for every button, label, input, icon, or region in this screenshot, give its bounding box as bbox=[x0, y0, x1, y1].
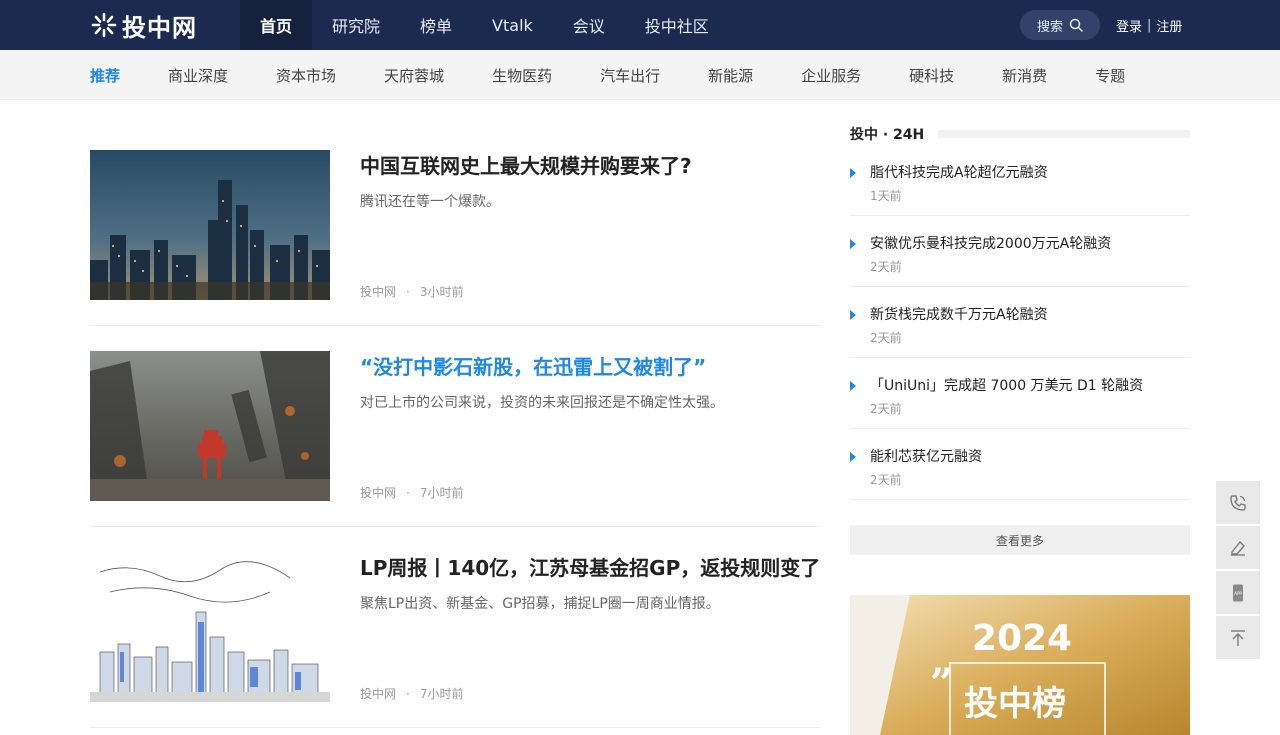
category-consumer[interactable]: 新消费 bbox=[1002, 65, 1047, 86]
sidebar-title: 投中 · 24H bbox=[850, 127, 925, 143]
play-arrow-icon bbox=[850, 310, 856, 320]
promo-banner-image: ” 2024 投中榜 bbox=[850, 595, 1190, 735]
nav-item-research[interactable]: 研究院 bbox=[312, 0, 400, 50]
article-item[interactable]: 中国互联网史上最大规模并购要来了? 腾讯还在等一个爆款。 投中网 · 3小时前 bbox=[90, 125, 820, 326]
play-arrow-icon bbox=[850, 168, 856, 178]
phone-icon bbox=[1230, 494, 1246, 511]
nav-item-rankings[interactable]: 榜单 bbox=[400, 0, 472, 50]
sidebar-header-bar bbox=[938, 130, 1190, 138]
sidebar-header: 投中 · 24H bbox=[850, 123, 1190, 145]
news-flash-title[interactable]: 安徽优乐曼科技完成2000万元A轮融资 bbox=[870, 233, 1111, 253]
meta-dot: · bbox=[406, 485, 410, 500]
news-flash-time: 2天前 bbox=[870, 473, 902, 487]
back-to-top-button[interactable] bbox=[1216, 616, 1260, 659]
news-flash-time: 2天前 bbox=[870, 402, 902, 416]
play-arrow-icon bbox=[850, 381, 856, 391]
meta-dot: · bbox=[406, 686, 410, 701]
category-business-depth[interactable]: 商业深度 bbox=[168, 65, 228, 86]
category-auto[interactable]: 汽车出行 bbox=[600, 65, 660, 86]
svg-text:APP: APP bbox=[1234, 591, 1242, 596]
article-meta: 投中网 · 7小时前 bbox=[360, 484, 463, 501]
article-time: 7小时前 bbox=[419, 486, 464, 500]
article-source[interactable]: 投中网 bbox=[360, 283, 396, 300]
news-flash-item[interactable]: 「UniUni」完成超 7000 万美元 D1 轮融资 2天前 bbox=[850, 358, 1190, 429]
article-title[interactable]: LP周报丨140亿，江苏母基金招GP，返投规则变了 bbox=[360, 552, 820, 581]
city-sketch-image bbox=[90, 552, 330, 702]
nav-item-community[interactable]: 投中社区 bbox=[625, 0, 729, 50]
article-thumbnail[interactable] bbox=[90, 351, 330, 501]
news-flash-item[interactable]: 新货栈完成数千万元A轮融资 2天前 bbox=[850, 287, 1190, 358]
article-feed: 中国互联网史上最大规模并购要来了? 腾讯还在等一个爆款。 投中网 · 3小时前 bbox=[90, 125, 820, 728]
top-navigation-bar: 投中网 首页 研究院 榜单 Vtalk 会议 投中社区 搜索 登录 | 注册 bbox=[0, 0, 1280, 50]
back-to-top-icon bbox=[1231, 629, 1245, 646]
article-meta: 投中网 · 7小时前 bbox=[360, 685, 463, 702]
app-download-button[interactable]: APP bbox=[1216, 571, 1260, 614]
logo-icon bbox=[91, 12, 117, 38]
article-source[interactable]: 投中网 bbox=[360, 685, 396, 702]
news-flash-sidebar: 投中 · 24H 脂代科技完成A轮超亿元融资 1天前 安徽优乐曼科技完成2000… bbox=[850, 123, 1190, 735]
nav-item-conference[interactable]: 会议 bbox=[553, 0, 625, 50]
ranking-promo-banner[interactable]: ” 2024 投中榜 bbox=[850, 595, 1190, 735]
news-flash-title[interactable]: 能利芯获亿元融资 bbox=[870, 446, 982, 466]
play-arrow-icon bbox=[850, 452, 856, 462]
article-summary: 腾讯还在等一个爆款。 bbox=[360, 194, 500, 210]
search-icon bbox=[1069, 18, 1083, 32]
article-time: 7小时前 bbox=[419, 687, 464, 701]
city-night-image bbox=[90, 150, 330, 300]
contact-button[interactable] bbox=[1216, 481, 1260, 524]
category-hardtech[interactable]: 硬科技 bbox=[909, 65, 954, 86]
view-more-button[interactable]: 查看更多 bbox=[850, 525, 1190, 555]
category-nav: 推荐 商业深度 资本市场 天府蓉城 生物医药 汽车出行 新能源 企业服务 硬科技… bbox=[0, 50, 1280, 100]
robot-illustration-image bbox=[90, 351, 330, 501]
category-new-energy[interactable]: 新能源 bbox=[708, 65, 753, 86]
category-topics[interactable]: 专题 bbox=[1095, 65, 1125, 86]
search-label: 搜索 bbox=[1036, 19, 1063, 35]
news-flash-item[interactable]: 脂代科技完成A轮超亿元融资 1天前 bbox=[850, 145, 1190, 216]
article-item[interactable]: LP周报丨140亿，江苏母基金招GP，返投规则变了 聚焦LP出资、新基金、GP招… bbox=[90, 527, 820, 728]
category-capital-market[interactable]: 资本市场 bbox=[276, 65, 336, 86]
article-thumbnail[interactable] bbox=[90, 552, 330, 702]
category-tianfu[interactable]: 天府蓉城 bbox=[384, 65, 444, 86]
edit-icon bbox=[1231, 540, 1245, 556]
promo-year: 2024 bbox=[972, 618, 1072, 659]
news-flash-time: 1天前 bbox=[870, 189, 902, 203]
news-flash-title[interactable]: 脂代科技完成A轮超亿元融资 bbox=[870, 162, 1048, 182]
auth-separator: | bbox=[1147, 17, 1152, 33]
news-flash-time: 2天前 bbox=[870, 260, 902, 274]
register-link[interactable]: 注册 bbox=[1156, 16, 1182, 35]
main-nav: 首页 研究院 榜单 Vtalk 会议 投中社区 bbox=[240, 0, 729, 50]
svg-text:”: ” bbox=[930, 660, 953, 707]
logo-text: 投中网 bbox=[122, 13, 197, 42]
floating-toolbar: APP bbox=[1216, 481, 1260, 661]
promo-text: 投中榜 bbox=[964, 684, 1066, 724]
meta-dot: · bbox=[406, 284, 410, 299]
article-item[interactable]: “没打中影石新股，在迅雷上又被割了” 对已上市的公司来说，投资的未来回报还是不确… bbox=[90, 326, 820, 527]
article-title[interactable]: 中国互联网史上最大规模并购要来了? bbox=[360, 150, 820, 179]
article-time: 3小时前 bbox=[419, 285, 464, 299]
article-summary: 对已上市的公司来说，投资的未来回报还是不确定性太强。 bbox=[360, 395, 724, 411]
play-arrow-icon bbox=[850, 239, 856, 249]
feedback-button[interactable] bbox=[1216, 526, 1260, 569]
article-summary: 聚焦LP出资、新基金、GP招募，捕捉LP圈一周商业情报。 bbox=[360, 596, 720, 612]
site-logo[interactable]: 投中网 bbox=[90, 9, 197, 42]
news-flash-item[interactable]: 安徽优乐曼科技完成2000万元A轮融资 2天前 bbox=[850, 216, 1190, 287]
article-source[interactable]: 投中网 bbox=[360, 484, 396, 501]
search-button[interactable]: 搜索 bbox=[1020, 10, 1100, 40]
news-flash-item[interactable]: 能利芯获亿元融资 2天前 bbox=[850, 429, 1190, 500]
news-flash-title[interactable]: 「UniUni」完成超 7000 万美元 D1 轮融资 bbox=[870, 375, 1143, 395]
news-flash-time: 2天前 bbox=[870, 331, 902, 345]
nav-item-vtalk[interactable]: Vtalk bbox=[472, 0, 553, 50]
nav-item-home[interactable]: 首页 bbox=[240, 0, 313, 50]
news-flash-title[interactable]: 新货栈完成数千万元A轮融资 bbox=[870, 304, 1048, 324]
category-recommend[interactable]: 推荐 bbox=[90, 65, 120, 86]
auth-links: 登录 | 注册 bbox=[1116, 0, 1182, 50]
login-link[interactable]: 登录 bbox=[1116, 16, 1142, 35]
category-biomedicine[interactable]: 生物医药 bbox=[492, 65, 552, 86]
app-icon: APP bbox=[1233, 584, 1243, 601]
article-title[interactable]: “没打中影石新股，在迅雷上又被割了” bbox=[360, 351, 820, 380]
article-meta: 投中网 · 3小时前 bbox=[360, 283, 463, 300]
category-enterprise[interactable]: 企业服务 bbox=[801, 65, 861, 86]
article-thumbnail[interactable] bbox=[90, 150, 330, 300]
